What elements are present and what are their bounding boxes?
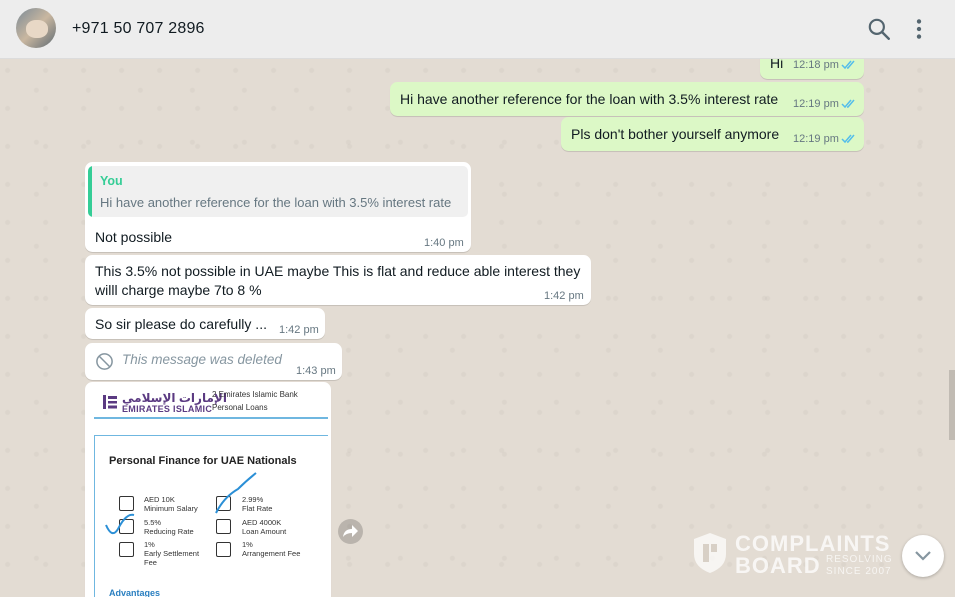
- outgoing-message[interactable]: Hi 12:18 pm: [760, 59, 864, 79]
- deleted-message[interactable]: This message was deleted 1:43 pm: [85, 343, 342, 380]
- incoming-reply-message[interactable]: You Hi have another reference for the lo…: [85, 162, 471, 252]
- message-time: 1:40 pm: [424, 237, 464, 249]
- incoming-message[interactable]: This 3.5% not possible in UAE maybe This…: [85, 255, 591, 305]
- message-text: Pls don't bother yourself anymore: [571, 126, 780, 142]
- shared-image-loan-document[interactable]: الإمارات الإسلامي EMIRATES ISLAMIC 2 Emi…: [88, 385, 328, 597]
- scroll-to-bottom-button[interactable]: [902, 535, 944, 577]
- handwritten-checkmarks-icon: [105, 472, 257, 535]
- watermark-sub1: RESOLVING: [826, 554, 893, 565]
- complaints-board-shield-icon: [694, 533, 726, 573]
- outgoing-message[interactable]: Hi have another reference for the loan w…: [390, 82, 864, 116]
- message-time: 1:43 pm: [296, 365, 336, 377]
- scrollbar-thumb[interactable]: [949, 370, 955, 440]
- forward-icon: [343, 525, 358, 537]
- quote-accent-bar: [88, 166, 92, 217]
- message-time: 1:42 pm: [544, 290, 584, 302]
- contact-name[interactable]: +971 50 707 2896: [72, 20, 205, 38]
- chevron-down-icon: [915, 551, 931, 561]
- message-time: 12:18 pm: [793, 59, 839, 71]
- image-message[interactable]: الإمارات الإسلامي EMIRATES ISLAMIC 2 Emi…: [85, 382, 331, 597]
- quote-text: Hi have another reference for the loan w…: [100, 195, 452, 210]
- outgoing-message[interactable]: Pls don't bother yourself anymore 12:19 …: [561, 117, 864, 151]
- message-text: Not possible: [95, 229, 173, 245]
- message-text: So sir please do carefully ...: [95, 316, 267, 332]
- message-time: 1:42 pm: [279, 324, 319, 336]
- message-time: 12:19 pm: [793, 98, 839, 110]
- read-receipt-icon: [841, 99, 855, 109]
- incoming-message[interactable]: So sir please do carefully ... 1:42 pm: [85, 308, 325, 339]
- deleted-icon: [96, 353, 113, 370]
- menu-icon[interactable]: [906, 16, 932, 42]
- chat-header: +971 50 707 2896: [0, 0, 955, 59]
- message-text: Hi have another reference for the loan w…: [400, 91, 779, 107]
- search-icon[interactable]: [866, 16, 892, 42]
- doc-advantages-heading: Advantages: [109, 588, 161, 597]
- watermark-sub2: SINCE 2007: [826, 566, 892, 577]
- quote-author: You: [100, 174, 123, 188]
- deleted-message-text: This message was deleted: [122, 352, 282, 367]
- contact-avatar[interactable]: [16, 8, 56, 48]
- watermark-line2: BOARD: [735, 553, 821, 578]
- read-receipt-icon: [841, 60, 855, 70]
- message-list[interactable]: Hi 12:18 pm Hi have another reference fo…: [0, 59, 955, 597]
- forward-button[interactable]: [338, 519, 363, 544]
- quoted-message[interactable]: You Hi have another reference for the lo…: [88, 166, 468, 217]
- message-time: 12:19 pm: [793, 133, 839, 145]
- message-text: Hi: [770, 59, 784, 71]
- message-text-line1: This 3.5% not possible in UAE maybe This…: [95, 263, 581, 279]
- read-receipt-icon: [841, 134, 855, 144]
- message-text-line2: willl charge maybe 7to 8 %: [95, 282, 262, 298]
